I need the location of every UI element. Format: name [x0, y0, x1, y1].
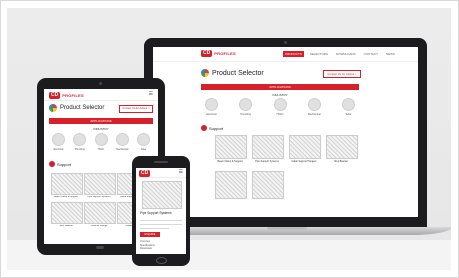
product-image [289, 135, 321, 159]
camera-icon [99, 82, 102, 85]
product-image [252, 171, 284, 199]
product-image [84, 202, 116, 224]
phone-device: CD ☰ Pipe Support Systems ENQUIRE Overvi… [132, 156, 190, 266]
categories-heading: INDUSTRY [93, 127, 109, 131]
list-item[interactable]: Downloads [140, 247, 155, 251]
product-card[interactable]: Beam Clamp & Support [215, 135, 247, 163]
category-icon [273, 98, 287, 111]
product-image [215, 135, 247, 159]
support-icon [49, 161, 55, 167]
home-button [156, 257, 167, 264]
laptop-notch [267, 227, 307, 230]
category-item[interactable]: HVAC [94, 133, 108, 151]
support-icon [201, 125, 207, 131]
product-grid: Beam Clamp & Support Pipe Support System… [215, 135, 358, 163]
product-image [142, 181, 182, 209]
product-card[interactable]: Pipe Support Systems [252, 135, 284, 163]
category-item[interactable]: Solar [342, 98, 355, 116]
category-item[interactable]: Plumbing [73, 133, 87, 151]
product-title: Pipe Support Systems [140, 211, 172, 215]
main-nav: PRODUCTS SELECTORS DOWNLOADS CONTACT NEW… [283, 51, 397, 57]
home-button [96, 246, 104, 249]
category-icon [73, 133, 87, 146]
contact-button[interactable]: Contact Us for Advice > [323, 70, 361, 78]
category-item[interactable]: Mechanical [307, 98, 321, 116]
product-image [84, 173, 116, 195]
enquire-button[interactable]: ENQUIRE [140, 232, 160, 237]
phone-screen: CD ☰ Pipe Support Systems ENQUIRE Overvi… [136, 168, 186, 254]
category-icon [137, 133, 150, 146]
category-item[interactable]: Solar [137, 133, 150, 151]
nav-item-downloads[interactable]: DOWNLOADS [334, 51, 358, 57]
nav-item-selectors[interactable]: SELECTORS [308, 51, 330, 57]
brand-logo[interactable]: CD [139, 170, 151, 177]
category-icon [239, 98, 253, 111]
brand-logo[interactable]: CD PROFILES [201, 50, 236, 57]
applications-bar[interactable]: APPLICATIONS [201, 84, 359, 90]
site-header: CD PROFILES ☰ [44, 89, 158, 101]
product-card[interactable] [215, 171, 247, 199]
category-icon [94, 133, 108, 146]
category-list: Electrical Plumbing HVAC Mechanical Sola… [52, 133, 150, 151]
speaker [154, 161, 168, 163]
hamburger-icon[interactable]: ☰ [149, 92, 153, 97]
product-showcase-backdrop: CD PROFILES PRODUCTS SELECTORS DOWNLOADS… [7, 8, 451, 270]
category-item[interactable]: Plumbing [239, 98, 253, 116]
brand-logo[interactable]: CD PROFILES [49, 92, 84, 99]
category-list: Electrical Plumbing HVAC Mechanical Sola… [205, 98, 355, 116]
category-icon [342, 98, 355, 111]
category-icon [307, 98, 321, 111]
category-icon [205, 98, 218, 111]
category-item[interactable]: HVAC [273, 98, 287, 116]
product-image [326, 135, 358, 159]
nav-item-products[interactable]: PRODUCTS [283, 51, 304, 57]
nav-item-contact[interactable]: CONTACT [362, 51, 380, 57]
product-card[interactable]: Channel Fittings [84, 202, 116, 227]
support-heading: Support [49, 161, 71, 167]
product-links: Overview Specifications Downloads [140, 240, 155, 251]
product-image [51, 202, 83, 224]
camera-icon [284, 41, 287, 44]
description-text [140, 220, 182, 232]
support-heading: Support [201, 125, 223, 131]
product-card[interactable]: Pipe Support Systems [84, 173, 116, 198]
page-title: Product Selector [49, 104, 104, 112]
product-image [51, 173, 83, 195]
category-item[interactable]: Mechanical [115, 133, 129, 151]
product-grid-row-2 [215, 171, 284, 199]
nav-item-news[interactable]: NEWS [384, 51, 397, 57]
site-header: CD PROFILES PRODUCTS SELECTORS DOWNLOADS… [153, 47, 418, 62]
contact-button[interactable]: Contact Us for Advice > [119, 105, 153, 113]
product-selector-icon [49, 104, 57, 112]
categories-heading: INDUSTRY [272, 93, 288, 97]
site-header: CD ☰ [136, 168, 186, 178]
category-item[interactable]: Electrical [52, 133, 65, 151]
hamburger-icon[interactable]: ☰ [179, 169, 183, 175]
category-icon [52, 133, 65, 146]
product-image [215, 171, 247, 199]
product-card[interactable]: Strut Bracket [51, 202, 83, 227]
product-card[interactable] [252, 171, 284, 199]
product-card[interactable]: Strut Bracket [326, 135, 358, 163]
product-image [252, 135, 284, 159]
product-card[interactable]: Cable Support Hangers [289, 135, 321, 163]
laptop-screen: CD PROFILES PRODUCTS SELECTORS DOWNLOADS… [153, 47, 418, 217]
page-title: Product Selector [201, 69, 264, 77]
category-item[interactable]: Electrical [205, 98, 218, 116]
applications-bar[interactable]: APPLICATIONS [49, 118, 153, 124]
product-selector-icon [201, 69, 209, 77]
product-card[interactable]: Beam Clamp & Support [51, 173, 83, 198]
category-icon [115, 133, 129, 146]
